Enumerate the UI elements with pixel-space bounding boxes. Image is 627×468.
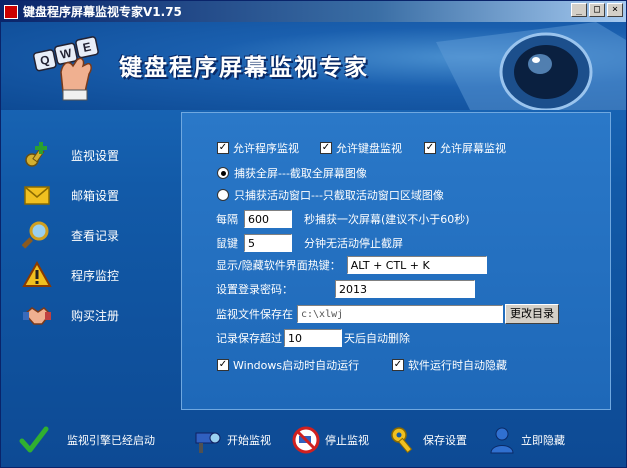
allow-program-label: 允许程序监视 — [233, 142, 299, 155]
save-key-icon — [389, 425, 419, 455]
retention-prefix: 记录保存超过 — [216, 332, 282, 345]
lock-suffix: 分钟无活动停止截屏 — [304, 237, 403, 250]
sidebar-item-label: 程序监控 — [71, 268, 120, 283]
save-path-input[interactable]: c:\xlwj — [297, 305, 503, 323]
sidebar-item-label: 监视设置 — [71, 148, 120, 163]
main-window: 键盘程序屏幕监视专家V1.75 _ □ × Q W E 键盘程序屏幕监视专家 监… — [0, 0, 627, 468]
capture-active-radio[interactable] — [217, 189, 229, 201]
idle-minutes-input[interactable]: 5 — [244, 234, 292, 252]
allow-screen-checkbox[interactable]: ✓ — [424, 142, 436, 154]
retention-suffix: 天后自动删除 — [344, 332, 410, 345]
magnifier-icon — [21, 219, 53, 251]
close-button[interactable]: × — [607, 3, 623, 17]
checkmark-icon — [19, 425, 49, 455]
hotkey-input[interactable]: ALT + CTL + K — [346, 256, 487, 274]
window-controls: _ □ × — [571, 3, 623, 17]
allow-keyboard-label: 允许键盘监视 — [336, 142, 402, 155]
maximize-button[interactable]: □ — [589, 3, 605, 17]
sidebar-item-view-records[interactable]: 查看记录 — [9, 215, 174, 255]
projector-graphic-icon — [436, 22, 626, 110]
allow-keyboard-checkbox[interactable]: ✓ — [320, 142, 332, 154]
hide-now-button[interactable]: 立即隐藏 — [487, 425, 565, 455]
handshake-icon — [21, 299, 53, 331]
bottom-toolbar: 监视引擎已经启动 开始监视 停止监视 保存设置 立即隐藏 — [1, 419, 626, 467]
key-plus-icon — [21, 139, 53, 171]
retention-days-input[interactable]: 10 — [284, 329, 342, 347]
autostart-label: Windows启动时自动运行 — [233, 359, 360, 372]
sidebar-item-monitor-settings[interactable]: 监视设置 — [9, 135, 174, 175]
sidebar: 监视设置 邮箱设置 查看记录 程序监控 购买注册 — [9, 121, 174, 335]
sidebar-item-label: 邮箱设置 — [71, 188, 120, 203]
capture-full-label: 捕获全屏---截取全屏幕图像 — [234, 167, 367, 180]
password-input[interactable]: 2013 — [335, 280, 475, 298]
start-monitor-button[interactable]: 开始监视 — [193, 425, 271, 455]
sidebar-item-label: 查看记录 — [71, 228, 120, 243]
engine-status-text: 监视引擎已经启动 — [67, 434, 155, 447]
envelope-icon — [21, 179, 53, 211]
autohide-checkbox[interactable]: ✓ — [392, 359, 404, 371]
banner-title: 键盘程序屏幕监视专家 — [119, 55, 369, 81]
path-label: 监视文件保存在 — [216, 308, 293, 321]
sidebar-item-mail-settings[interactable]: 邮箱设置 — [9, 175, 174, 215]
start-monitor-label: 开始监视 — [227, 434, 271, 447]
save-settings-label: 保存设置 — [423, 434, 467, 447]
hide-now-label: 立即隐藏 — [521, 434, 565, 447]
stop-monitor-button[interactable]: 停止监视 — [291, 425, 369, 455]
interval-suffix: 秒捕获一次屏幕(建议不小于60秒) — [304, 213, 470, 226]
user-hide-icon — [487, 425, 517, 455]
warning-icon — [21, 259, 53, 291]
change-directory-button[interactable]: 更改目录 — [505, 304, 559, 324]
interval-prefix: 每隔 — [216, 213, 238, 226]
allow-screen-label: 允许屏幕监视 — [440, 142, 506, 155]
engine-status: 监视引擎已经启动 — [19, 425, 155, 455]
start-monitor-icon — [193, 425, 223, 455]
stop-monitor-label: 停止监视 — [325, 434, 369, 447]
password-label: 设置登录密码： — [216, 283, 293, 296]
save-settings-button[interactable]: 保存设置 — [389, 425, 467, 455]
allow-program-checkbox[interactable]: ✓ — [217, 142, 229, 154]
window-title: 键盘程序屏幕监视专家V1.75 — [23, 5, 182, 19]
capture-full-radio[interactable] — [217, 167, 229, 179]
sidebar-item-purchase[interactable]: 购买注册 — [9, 295, 174, 335]
sidebar-item-label: 购买注册 — [71, 308, 120, 323]
sidebar-item-program-monitor[interactable]: 程序监控 — [9, 255, 174, 295]
interval-input[interactable]: 600 — [244, 210, 292, 228]
keyboard-hand-logo-icon: Q W E — [32, 36, 99, 101]
title-bar[interactable]: 键盘程序屏幕监视专家V1.75 _ □ × — [1, 1, 626, 22]
hotkey-label: 显示/隐藏软件界面热键： — [216, 259, 341, 272]
settings-panel: ✓ 允许程序监视 ✓ 允许键盘监视 ✓ 允许屏幕监视 捕获全屏---截取全屏幕图… — [181, 112, 611, 410]
autohide-label: 软件运行时自动隐藏 — [408, 359, 507, 372]
stop-monitor-icon — [291, 425, 321, 455]
banner: Q W E 键盘程序屏幕监视专家 — [1, 22, 626, 110]
app-icon[interactable] — [4, 4, 18, 19]
capture-active-label: 只捕获活动窗口---只截取活动窗口区域图像 — [234, 189, 444, 202]
minimize-button[interactable]: _ — [571, 3, 587, 17]
lock-prefix: 鼠键 — [216, 237, 238, 250]
autostart-checkbox[interactable]: ✓ — [217, 359, 229, 371]
